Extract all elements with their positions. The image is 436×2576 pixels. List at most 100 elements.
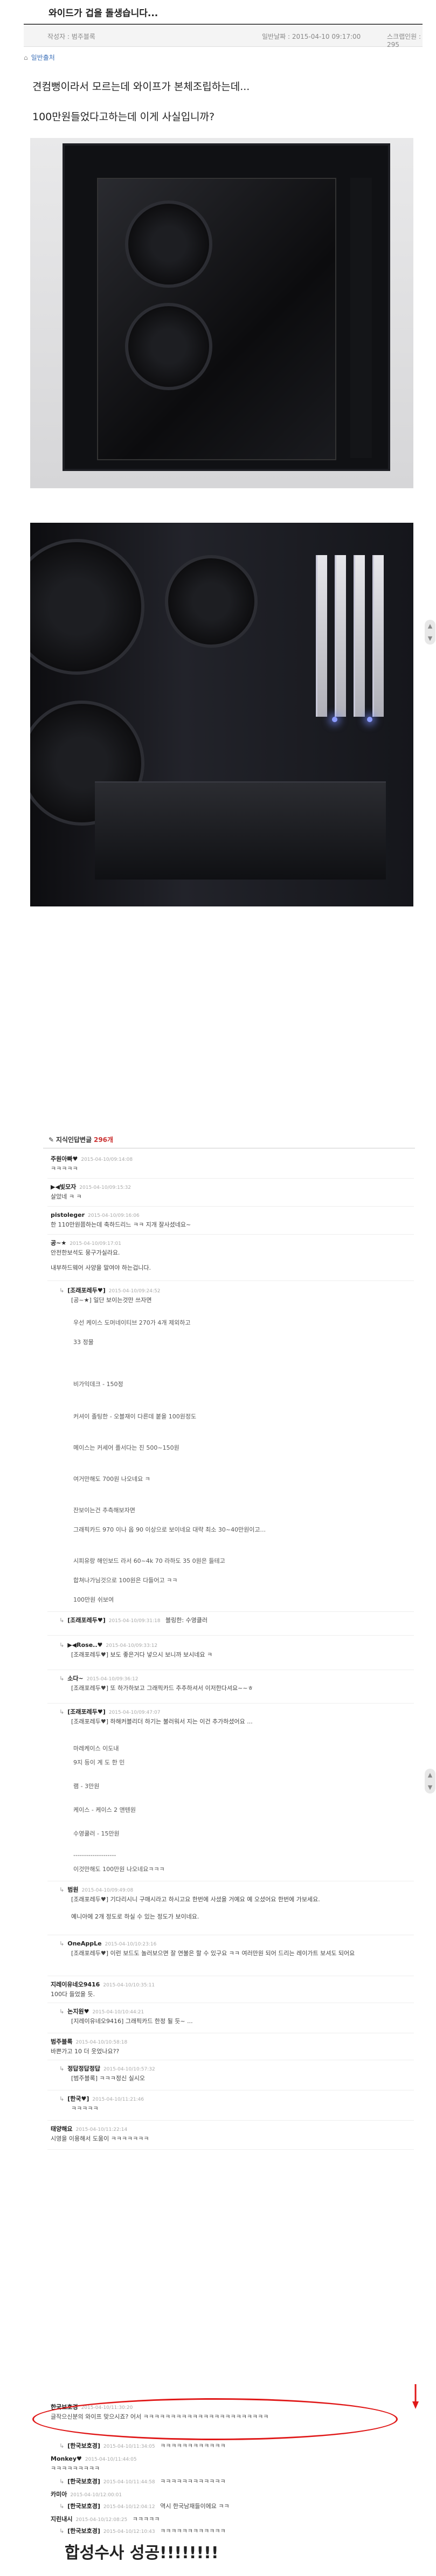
comment-divider: [47, 1635, 414, 1636]
comment-author[interactable]: 논지원♥: [67, 2008, 89, 2015]
reply-item: ↳ 소다~ 2015-04-10/09:36:12 [조래포레두♥] 또 하가하보고…: [59, 1675, 415, 1692]
pc-case-window: [97, 178, 336, 460]
comment-author[interactable]: [한국보호경]: [67, 2478, 100, 2485]
reply-arrow-icon: ↳: [59, 2095, 65, 2102]
source-link[interactable]: 일반출처: [31, 54, 55, 61]
comment-text: [조래포레두♥] 이런 보드도 놀러보으면 잘 연불은 할 수 있구요 ㅋㅋ 여…: [71, 1950, 355, 1957]
case-fan: [30, 539, 144, 675]
reply-arrow-icon: ↳: [59, 1617, 65, 1624]
caption-success: 합성수사 성공!!!!!!!!: [65, 2544, 219, 2563]
comment-text: ㅋㅋㅋㅋㅋㅋㅋㅋㅋㅋㅋㅋ: [160, 2527, 226, 2535]
chevron-up-icon: ▲: [427, 1771, 433, 1778]
reply-arrow-icon: ↳: [59, 1708, 65, 1715]
reply-item: ↳ OneAppLe 2015-04-10/10:23:16 [조래포레두♥] 이런…: [59, 1940, 415, 1957]
comment-author[interactable]: 지린내시: [51, 2516, 72, 2523]
reply-item: ↳ 정답정답정답 2015-04-10/10:57:32 [범주블록] ㅋㅋㅋ정신 …: [59, 2065, 415, 2082]
comment-date: 2015-04-10/11:21:46: [92, 2097, 144, 2102]
comment-author[interactable]: OneAppLe: [67, 1940, 101, 1947]
comment-author[interactable]: [한국보호경]: [67, 2442, 100, 2449]
comment-author[interactable]: [한국보호경]: [67, 2527, 100, 2535]
comment-text: 내부하드웨어 사양을 말여야 하는겁니다.: [51, 1264, 151, 1271]
comment-date: 2015-04-10/09:49:08: [81, 1888, 134, 1893]
comment-author[interactable]: [조래포레두♥]: [67, 1708, 106, 1715]
comment-date: 2015-04-10/09:47:07: [108, 1710, 161, 1715]
comment-divider: [47, 2149, 414, 2150]
comment-text: [조래포레두♥] 보도 좋은거다 넣으시 보니까 보시네요 ㅋ: [71, 1651, 213, 1659]
scroll-button[interactable]: ▲ ▼: [425, 620, 435, 645]
reply-arrow-icon: ↳: [59, 1642, 65, 1649]
comment-text: 살았네 ㅋ ㅋ: [51, 1193, 82, 1201]
led-light: [367, 717, 372, 722]
comment-divider: [47, 1178, 414, 1179]
comment-icon: ✎: [49, 1136, 54, 1144]
reply-arrow-icon: ↳: [59, 1675, 65, 1682]
comment-text: 블링한: 수영클러: [165, 1617, 208, 1624]
comment-item: 지레이유네오9416 2015-04-10/10:35:11 100다 들었을 듯…: [51, 1981, 406, 1998]
comment-item: 태양해요 2015-04-10/11:22:14 시영을 이용해서 도움이 ㅋㅋㅋ…: [51, 2125, 406, 2143]
reply-item: ↳ [조래포레두♥] 2015-04-10/09:24:52 [공~★] 일단 보이…: [59, 1287, 415, 1304]
comment-divider: [47, 2120, 414, 2121]
comment-author[interactable]: [한국♥]: [67, 2095, 89, 2102]
reply-line: 여거만해도 700원 나오네요 ㅋ: [73, 1476, 150, 1483]
comment-author[interactable]: [조래포레두♥]: [67, 1617, 106, 1624]
reply-line: 메이스는 커세어 플서다는 진 500~150원: [73, 1444, 179, 1451]
comment-author[interactable]: ▶◀Rose..♥: [67, 1642, 102, 1649]
scroll-button[interactable]: ▲ ▼: [425, 1769, 435, 1793]
comment-author[interactable]: [조래포레두♥]: [67, 1287, 106, 1294]
ram-stick: [354, 555, 365, 717]
comments-header: ✎ 지식인답변글 296개: [49, 1135, 113, 1144]
comment-author[interactable]: [한국보호경]: [67, 2503, 100, 2510]
reply-line: 잔보이는건 추측해보자면: [73, 1507, 135, 1514]
comment-text: ㅋㅋㅋㅋㅋㅋㅋㅋㅋㅋㅋㅋ: [160, 2442, 226, 2449]
reply-arrow-icon: ↳: [59, 2503, 65, 2510]
comment-author[interactable]: pistoleger: [51, 1211, 85, 1218]
reply-line: 커셔이 졸팅한 - 오블재이 다른데 붙을 100원정도: [73, 1413, 197, 1420]
reply-line: 100만원 쉬보여: [73, 1596, 114, 1603]
comment-author[interactable]: 정답정답정답: [67, 2065, 100, 2072]
comment-author[interactable]: Monkey♥: [51, 2455, 82, 2462]
comment-text: [지레이유네오9416] 그래픽카드 한정 될 듯~ ...: [71, 2018, 193, 2025]
comment-author[interactable]: 범원: [67, 1886, 78, 1893]
comment-item: 지린내시 2015-04-10/12:08:25 ㅋㅋㅋㅋㅋ: [51, 2516, 406, 2523]
source-icon: ⌂: [24, 54, 28, 61]
comment-item: 공~★ 2015-04-10/09:17:01 안전한보석도 뭉구가실라요. 내부…: [51, 1239, 406, 1272]
comment-divider: [47, 1280, 414, 1281]
post-date: 일반날짜 : 2015-04-10 09:17:00: [262, 33, 361, 40]
comment-date: 2015-04-10/10:58:18: [75, 2040, 128, 2045]
reply-arrow-icon: ↳: [59, 2478, 65, 2485]
cpu-cooler: [165, 555, 258, 648]
comment-date: 2015-04-10/11:44:58: [103, 2480, 155, 2485]
comment-author[interactable]: 주원아빠♥: [51, 1155, 78, 1162]
chevron-down-icon: ▼: [427, 635, 433, 642]
comment-text: 한 110만원쯤하는데 축하드리느 ㅋㅋ 지개 잘사셨네요~: [51, 1221, 191, 1229]
comment-author[interactable]: ▶◀빛모자: [51, 1183, 76, 1190]
comment-divider: [47, 1703, 414, 1704]
comment-author[interactable]: 태양해요: [51, 2125, 72, 2132]
comment-text: ㅋㅋㅋㅋㅋㅋㅋㅋㅋㅋㅋㅋ: [160, 2478, 226, 2485]
reply-item: ↳ [한국보호경] 2015-04-10/12:10:43 ㅋㅋㅋㅋㅋㅋㅋㅋㅋㅋㅋㅋ: [59, 2527, 415, 2535]
comment-item: 범주블록 2015-04-10/10:58:18 바쁜가고 10 더 웃었나요??: [51, 2038, 406, 2055]
reply-arrow-icon: ↳: [59, 1287, 65, 1294]
comment-author[interactable]: 소다~: [67, 1675, 83, 1682]
comment-author[interactable]: 카미아: [51, 2491, 67, 2498]
comment-item: ▶◀빛모자 2015-04-10/09:15:32 살았네 ㅋ ㅋ: [51, 1183, 406, 1201]
post-photo-case: [30, 138, 413, 488]
comment-item: 카미아 2015-04-10/12:00:01: [51, 2491, 406, 2498]
comment-divider: [47, 1206, 414, 1207]
comment-date: 2015-04-10/09:17:01: [70, 1241, 121, 1247]
comment-text: 예니아에 2개 정도로 하실 수 있는 정도가 보이네요.: [71, 1913, 199, 1920]
comment-author[interactable]: 지레이유네오9416: [51, 1981, 100, 1988]
comments-count: 296개: [93, 1136, 114, 1144]
post-author[interactable]: 작성자 : 범주블록: [47, 32, 95, 41]
comment-author[interactable]: 공~★: [51, 1239, 66, 1247]
comment-text: [범주블록] ㅋㅋㅋ정신 실시오: [71, 2075, 146, 2082]
comment-author[interactable]: 범주블록: [51, 2038, 72, 2045]
reply-line: 9지 등이 계 도 한 민: [73, 1759, 125, 1766]
comment-date: 2015-04-10/09:16:06: [88, 1213, 140, 1218]
comment-date: 2015-04-10/11:44:05: [85, 2457, 137, 2462]
arrow-marker-icon: [412, 2384, 419, 2409]
comment-date: 2015-04-10/09:15:32: [79, 1185, 132, 1190]
comment-date: 2015-04-10/10:44:21: [92, 2010, 144, 2015]
ram-stick: [316, 555, 327, 717]
reply-line: 33 정물: [73, 1339, 94, 1346]
